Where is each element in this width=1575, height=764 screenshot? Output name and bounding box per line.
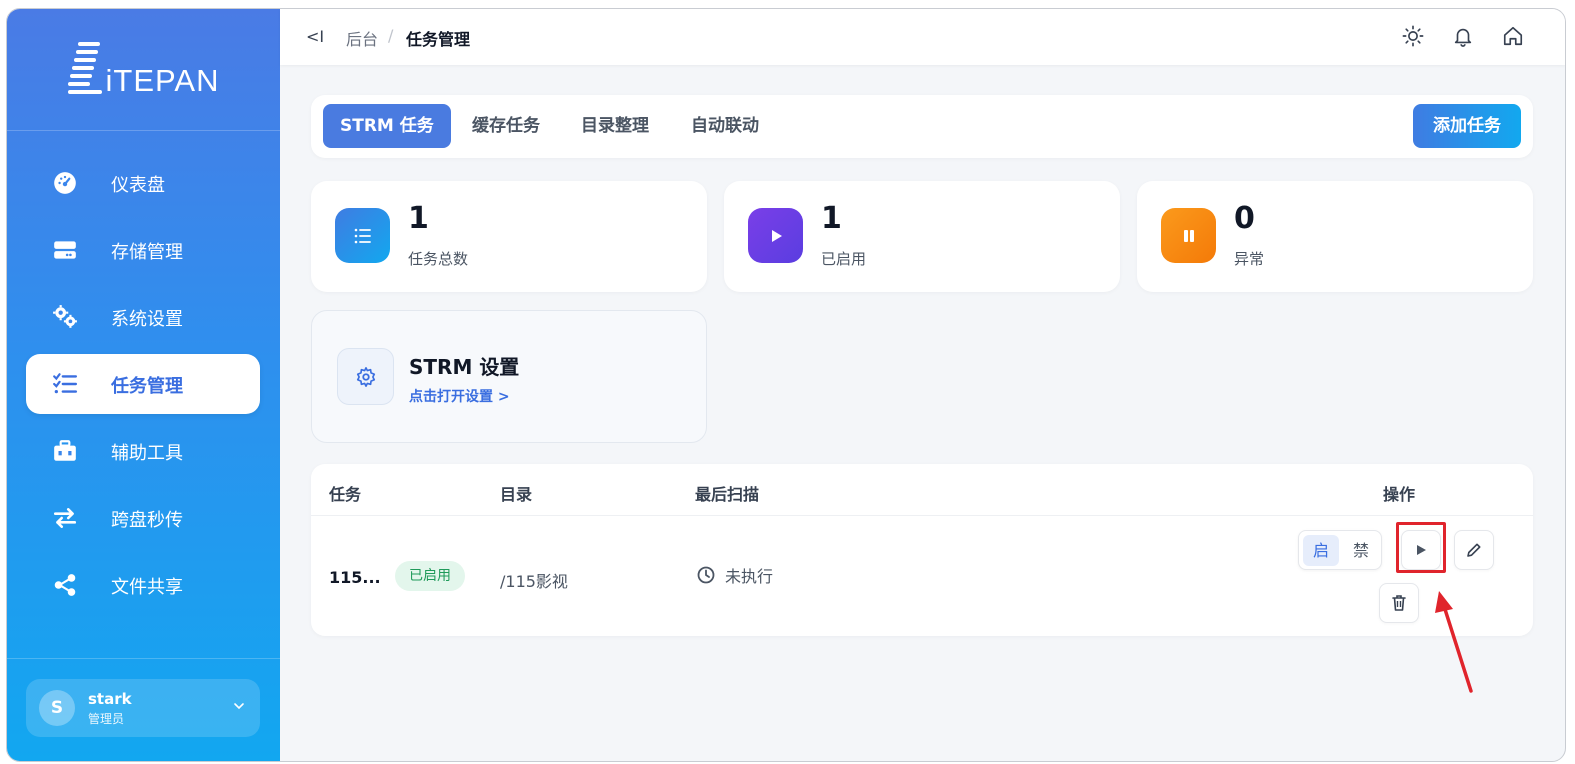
sidebar-item-tools[interactable]: 辅助工具	[26, 421, 260, 481]
task-type-tabs: STRM 任务 缓存任务 目录整理 自动联动 添加任务	[311, 95, 1533, 158]
logo: iTEPAN	[67, 41, 220, 98]
play-icon	[748, 208, 803, 263]
sidebar: iTEPAN 仪表盘 存储管理 系统设置 任务管理 辅助工具 跨盘秒传 文件共享…	[7, 9, 280, 761]
enable-option[interactable]: 启	[1303, 535, 1339, 566]
sidebar-item-label: 跨盘秒传	[111, 510, 183, 531]
toolbox-icon	[54, 440, 76, 461]
column-header-directory: 目录	[500, 485, 533, 504]
column-header-actions: 操作	[1383, 485, 1416, 504]
stat-enabled-label: 已启用	[821, 250, 867, 268]
open-settings-link[interactable]: 点击打开设置 >	[409, 386, 510, 406]
sidebar-item-label: 系统设置	[111, 309, 183, 330]
pause-icon	[1161, 208, 1216, 263]
sidebar-item-label: 仪表盘	[111, 175, 165, 196]
sun-icon[interactable]	[1402, 25, 1424, 47]
annotation-arrow	[1435, 591, 1473, 693]
gear-icon	[337, 348, 394, 405]
dashboard-icon	[54, 172, 76, 194]
sidebar-item-settings[interactable]: 系统设置	[26, 287, 260, 347]
edit-task-button[interactable]	[1454, 530, 1494, 570]
logo-area: iTEPAN	[7, 9, 280, 131]
enable-toggle: 启 禁	[1298, 530, 1382, 570]
disable-option[interactable]: 禁	[1343, 535, 1379, 566]
storage-icon	[54, 241, 76, 259]
sidebar-item-label: 辅助工具	[111, 443, 183, 464]
add-task-button[interactable]: 添加任务	[1413, 104, 1521, 148]
breadcrumb-separator: /	[388, 26, 394, 45]
stat-card-error: 0 异常	[1137, 181, 1533, 292]
list-icon	[335, 208, 390, 263]
settings-title: STRM 设置	[409, 355, 520, 379]
collapse-sidebar-button[interactable]: <I	[306, 27, 324, 46]
bell-icon[interactable]	[1452, 25, 1474, 47]
stat-enabled-value: 1	[821, 201, 842, 236]
last-scan: 未执行	[697, 563, 773, 587]
column-header-task: 任务	[329, 485, 362, 504]
home-icon[interactable]	[1502, 25, 1524, 47]
sidebar-item-share[interactable]: 文件共享	[26, 555, 260, 615]
strm-settings-card[interactable]: STRM 设置 点击打开设置 >	[311, 310, 707, 443]
transfer-icon	[53, 508, 77, 528]
topbar: <I 后台 / 任务管理	[280, 9, 1565, 65]
sidebar-item-storage[interactable]: 存储管理	[26, 220, 260, 280]
gears-icon	[53, 305, 77, 328]
pencil-icon	[1467, 543, 1481, 557]
logo-text: iTEPAN	[105, 62, 220, 98]
sidebar-item-label: 文件共享	[111, 577, 183, 598]
share-icon	[54, 574, 76, 596]
stat-total-value: 1	[408, 201, 429, 236]
user-area: S stark 管理员	[7, 658, 280, 761]
sidebar-item-tasks[interactable]: 任务管理	[26, 354, 260, 414]
logo-l-mark	[67, 41, 102, 98]
breadcrumb-home[interactable]: 后台	[346, 26, 378, 50]
stat-card-total: 1 任务总数	[311, 181, 707, 292]
header-divider	[311, 515, 1533, 516]
stat-total-label: 任务总数	[408, 250, 469, 268]
user-name: stark	[88, 690, 132, 708]
last-scan-text: 未执行	[725, 567, 774, 586]
sidebar-item-dashboard[interactable]: 仪表盘	[26, 153, 260, 213]
task-directory: /115影视	[500, 572, 568, 591]
chevron-down-icon	[234, 703, 244, 710]
task-table: 任务 目录 最后扫描 操作 115... 已启用 /115影视 未执行 启 禁	[311, 464, 1533, 636]
delete-task-button[interactable]	[1379, 583, 1419, 623]
task-list-icon	[53, 373, 78, 394]
breadcrumb-current: 任务管理	[406, 30, 471, 49]
sidebar-item-label: 存储管理	[111, 242, 183, 263]
tab-auto-link[interactable]: 自动联动	[691, 104, 759, 148]
sidebar-item-transfer[interactable]: 跨盘秒传	[26, 488, 260, 548]
clock-icon	[697, 566, 715, 584]
task-name: 115...	[329, 568, 381, 587]
app-window: iTEPAN 仪表盘 存储管理 系统设置 任务管理 辅助工具 跨盘秒传 文件共享…	[6, 8, 1566, 762]
trash-icon	[1392, 595, 1406, 611]
stat-card-enabled: 1 已启用	[724, 181, 1120, 292]
tab-cache-tasks[interactable]: 缓存任务	[472, 104, 540, 148]
play-icon	[1417, 545, 1426, 555]
user-menu[interactable]: S stark 管理员	[26, 679, 260, 737]
run-task-button[interactable]	[1401, 530, 1441, 570]
column-header-last-scan: 最后扫描	[695, 485, 760, 504]
sidebar-item-label: 任务管理	[111, 376, 183, 397]
avatar: S	[39, 690, 75, 726]
status-badge: 已启用	[395, 561, 465, 591]
tab-directory-organize[interactable]: 目录整理	[581, 104, 649, 148]
stat-error-label: 异常	[1234, 250, 1265, 268]
tab-strm-tasks[interactable]: STRM 任务	[323, 104, 451, 148]
user-role: 管理员	[88, 712, 125, 726]
stat-error-value: 0	[1234, 201, 1255, 236]
